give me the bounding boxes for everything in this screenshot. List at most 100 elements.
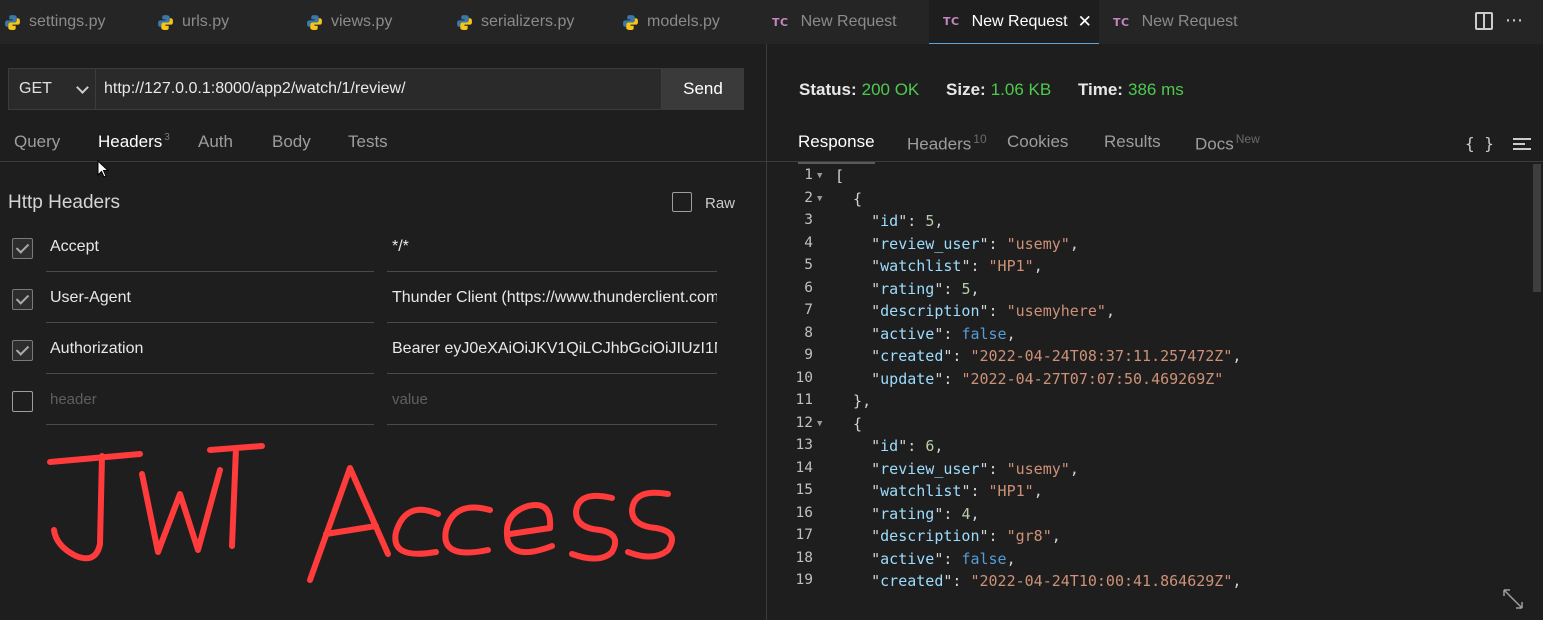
http-headers-title: Http Headers <box>8 192 120 213</box>
fold-arrow-icon[interactable]: ▼ <box>817 194 822 204</box>
url-value: http://127.0.0.1:8000/app2/watch/1/revie… <box>104 80 406 97</box>
code-text: "rating": 5, <box>835 279 980 298</box>
header-row-empty: header value <box>0 379 766 425</box>
tab-headers[interactable]: Headers 3 <box>98 132 170 152</box>
line-number: 11 <box>795 392 813 408</box>
code-line: 18 "active": false, <box>767 550 1533 573</box>
line-number: 19 <box>795 572 813 588</box>
tab-query[interactable]: Query <box>14 132 60 152</box>
python-icon <box>623 14 638 30</box>
code-text: "created": "2022-04-24T10:00:41.864629Z"… <box>835 572 1242 590</box>
response-status-line: Status: 200 OK Size: 1.06 KB Time: 386 ms <box>799 80 1206 100</box>
code-text: "active": false, <box>835 324 1016 343</box>
thunder-client-icon: TC <box>772 15 789 29</box>
size-label: Size: <box>946 80 986 99</box>
tab-label: New Request <box>971 12 1068 30</box>
code-line: 15 "watchlist": "HP1", <box>767 482 1533 505</box>
header-key-input[interactable]: header <box>46 379 374 425</box>
header-value-field[interactable]: Thunder Client (https://www.thunderclien… <box>387 277 717 323</box>
tab-response[interactable]: Response <box>798 132 875 164</box>
close-icon[interactable]: ✕ <box>1078 12 1092 32</box>
fold-arrow-icon[interactable]: ▼ <box>817 171 822 181</box>
line-number: 14 <box>795 459 813 476</box>
code-line: 2 ▼ { <box>767 190 1533 213</box>
code-text: { <box>835 189 863 208</box>
tab-response-headers[interactable]: Headers 10 <box>907 132 987 155</box>
json-response-viewer[interactable]: 1 ▼[2 ▼ {3 "id": 5, 4 "review_user": "usemy… <box>767 164 1533 620</box>
tab-results[interactable]: Results <box>1104 132 1161 152</box>
tab-body[interactable]: Body <box>272 132 311 152</box>
code-text: { <box>835 414 863 433</box>
tab-new-request-3[interactable]: TC New Request <box>1113 0 1238 44</box>
line-number: 5 <box>804 257 813 273</box>
code-text: "watchlist": "HP1", <box>835 257 1043 275</box>
header-key-field[interactable]: Authorization <box>46 328 374 374</box>
tab-views-py[interactable]: views.py <box>306 0 392 44</box>
code-line: 9 "created": "2022-04-24T08:37:11.257472… <box>767 347 1533 370</box>
scrollbar[interactable] <box>1533 164 1541 292</box>
chevron-down-icon <box>76 81 89 94</box>
code-line: 5 "watchlist": "HP1", <box>767 257 1533 280</box>
tab-models-py[interactable]: models.py <box>622 0 720 44</box>
tab-label: serializers.py <box>481 13 575 30</box>
line-number: 7 <box>804 302 813 318</box>
raw-checkbox[interactable] <box>672 192 692 212</box>
menu-lines-icon[interactable] <box>1513 138 1531 152</box>
code-text: "id": 5, <box>835 212 944 230</box>
code-text: }, <box>835 392 872 410</box>
status-label: Status: <box>799 80 857 99</box>
new-badge: New <box>1235 132 1260 146</box>
header-key-field[interactable]: Accept <box>46 226 374 272</box>
request-tabs: Query Headers 3 Auth Body Tests <box>0 126 766 162</box>
response-panel: Status: 200 OK Size: 1.06 KB Time: 386 ms R… <box>767 44 1543 620</box>
line-number: 10 <box>795 369 813 386</box>
header-enabled-checkbox[interactable] <box>12 289 33 310</box>
tab-cookies[interactable]: Cookies <box>1007 132 1068 152</box>
line-number: 17 <box>795 527 813 543</box>
tab-auth[interactable]: Auth <box>198 132 233 152</box>
header-enabled-checkbox[interactable] <box>12 238 33 259</box>
code-text: [ <box>835 167 845 185</box>
expand-icon[interactable] <box>1502 588 1524 610</box>
thunder-client-icon: TC <box>1113 15 1130 29</box>
header-value-input[interactable]: value <box>387 379 717 425</box>
header-row: User-Agent Thunder Client (https://www.t… <box>0 277 766 323</box>
tab-label: New Request <box>800 13 897 30</box>
code-line: 12 ▼ { <box>767 415 1533 438</box>
code-text: "watchlist": "HP1", <box>835 482 1043 500</box>
fold-arrow-icon[interactable]: ▼ <box>817 419 822 429</box>
tab-serializers-py[interactable]: serializers.py <box>456 0 574 44</box>
url-input[interactable]: http://127.0.0.1:8000/app2/watch/1/revie… <box>96 68 662 110</box>
line-number: 18 <box>795 549 813 566</box>
method-select[interactable]: GET <box>8 68 96 110</box>
line-number: 2 <box>804 189 813 206</box>
tab-tests[interactable]: Tests <box>348 132 388 152</box>
line-number: 6 <box>804 279 813 296</box>
header-value-field[interactable]: Bearer eyJ0eXAiOiJKV1QiLCJhbGciOiJIUzI1N… <box>387 328 717 374</box>
header-value-field[interactable]: */* <box>387 226 717 272</box>
tab-settings-py[interactable]: settings.py <box>4 0 105 44</box>
split-editor-icon[interactable] <box>1475 12 1493 30</box>
header-enabled-checkbox[interactable] <box>12 391 33 412</box>
tab-new-request-1[interactable]: TC New Request <box>772 0 897 44</box>
python-icon <box>457 14 472 30</box>
tab-headers-label: Headers <box>98 132 163 151</box>
header-key-field[interactable]: User-Agent <box>46 277 374 323</box>
tab-new-request-active[interactable]: TC New Request ✕ <box>929 0 1099 44</box>
tab-urls-py[interactable]: urls.py <box>157 0 229 44</box>
line-number: 8 <box>804 324 813 341</box>
editor-tab-bar: settings.py urls.py views.py serializers… <box>0 0 1543 44</box>
code-line: 3 "id": 5, <box>767 212 1533 235</box>
braces-icon[interactable]: { } <box>1465 134 1494 153</box>
header-enabled-checkbox[interactable] <box>12 340 33 361</box>
line-number: 4 <box>804 234 813 251</box>
line-number: 9 <box>804 347 813 363</box>
request-panel: GET http://127.0.0.1:8000/app2/watch/1/r… <box>0 44 766 620</box>
time-label: Time: <box>1077 80 1123 99</box>
python-icon <box>5 14 20 30</box>
tab-docs[interactable]: Docs New <box>1195 132 1260 155</box>
tab-docs-label: Docs <box>1195 134 1234 154</box>
send-button[interactable]: Send <box>662 68 744 110</box>
more-actions-icon[interactable]: ⋯ <box>1505 10 1523 31</box>
code-line: 1 ▼ [ <box>767 167 1533 190</box>
